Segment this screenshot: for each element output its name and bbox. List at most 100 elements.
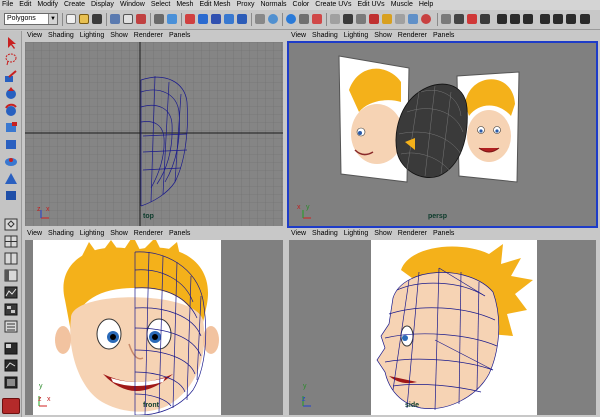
highlight-selection-icon[interactable] — [167, 14, 177, 24]
menu-mesh[interactable]: Mesh — [176, 0, 193, 10]
link-icon[interactable] — [408, 14, 418, 24]
panel-menu-renderer[interactable]: Renderer — [398, 229, 427, 239]
panel-menu-lighting[interactable]: Lighting — [344, 31, 369, 41]
render-settings-icon[interactable] — [312, 14, 322, 24]
menu-muscle[interactable]: Muscle — [391, 0, 413, 10]
panel-menu-view[interactable]: View — [291, 229, 306, 239]
menu-help[interactable]: Help — [419, 0, 433, 10]
panel-menu-lighting[interactable]: Lighting — [80, 31, 105, 41]
menu-edit[interactable]: Edit — [19, 0, 31, 10]
viewport-canvas[interactable]: side y z — [289, 240, 596, 415]
chevron-down-icon[interactable]: ▼ — [48, 14, 57, 24]
panel-menu-view[interactable]: View — [27, 31, 42, 41]
snap-surface-icon[interactable] — [237, 14, 247, 24]
layout-three-icon[interactable] — [3, 341, 19, 356]
menu-color[interactable]: Color — [293, 0, 310, 10]
soft-mod-icon[interactable] — [3, 154, 19, 169]
panel-menu-shading[interactable]: Shading — [312, 229, 338, 239]
layout-persp-graph-icon[interactable] — [3, 285, 19, 300]
menu-file[interactable]: File — [2, 0, 13, 10]
viewport-canvas[interactable]: persp x y — [289, 42, 596, 226]
layout-hypershade-icon[interactable] — [3, 302, 19, 317]
construction-icon[interactable] — [395, 14, 405, 24]
panel-menu-panels[interactable]: Panels — [169, 31, 190, 41]
scale-tool-icon[interactable] — [3, 120, 19, 135]
menu-modify[interactable]: Modify — [37, 0, 58, 10]
layout-graph-icon[interactable] — [3, 358, 19, 373]
menu-edit-uvs[interactable]: Edit UVs — [357, 0, 384, 10]
key-icon[interactable] — [382, 14, 392, 24]
panel-menu-shading[interactable]: Shading — [48, 229, 74, 239]
select-object-icon[interactable] — [123, 14, 133, 24]
layout-four-icon[interactable] — [3, 234, 19, 249]
last-tool-icon[interactable] — [3, 188, 19, 203]
render-view-icon[interactable] — [467, 14, 477, 24]
panel-menu-shading[interactable]: Shading — [48, 31, 74, 41]
menu-select[interactable]: Select — [151, 0, 170, 10]
snap-point-icon[interactable] — [211, 14, 221, 24]
save-scene-icon[interactable] — [92, 14, 102, 24]
panel-menu-panels[interactable]: Panels — [433, 31, 454, 41]
attribute-editor-icon[interactable] — [454, 14, 464, 24]
menu-normals[interactable]: Normals — [260, 0, 286, 10]
rotate-tool-icon[interactable] — [3, 103, 19, 118]
select-tool-icon[interactable] — [3, 35, 19, 50]
panel-menu-lighting[interactable]: Lighting — [344, 229, 369, 239]
viewport-canvas[interactable]: front y z x — [25, 240, 283, 415]
panel-menu-shading[interactable]: Shading — [312, 31, 338, 41]
lock-selection-icon[interactable] — [154, 14, 164, 24]
panel-menu-lighting[interactable]: Lighting — [80, 229, 105, 239]
panel-menu-show[interactable]: Show — [110, 31, 128, 41]
select-by-name-icon[interactable] — [330, 14, 340, 24]
render-icon[interactable] — [286, 14, 296, 24]
panel-menu-show[interactable]: Show — [374, 31, 392, 41]
history-icon[interactable] — [268, 14, 278, 24]
new-scene-icon[interactable] — [66, 14, 76, 24]
channel-box-icon[interactable] — [497, 14, 507, 24]
panel-menu-show[interactable]: Show — [374, 229, 392, 239]
show-manipulator-icon[interactable] — [3, 171, 19, 186]
menu-create-uvs[interactable]: Create UVs — [315, 0, 351, 10]
menu-proxy[interactable]: Proxy — [237, 0, 255, 10]
layer-editor-icon[interactable] — [523, 14, 533, 24]
graph-editor-icon[interactable] — [553, 14, 563, 24]
magnet-icon[interactable] — [369, 14, 379, 24]
open-scene-icon[interactable] — [79, 14, 89, 24]
panel-menu-show[interactable]: Show — [110, 229, 128, 239]
panel-menu-view[interactable]: View — [291, 31, 306, 41]
panel-menu-renderer[interactable]: Renderer — [134, 229, 163, 239]
select-component-icon[interactable] — [136, 14, 146, 24]
manipulator-icon[interactable] — [3, 137, 19, 152]
layout-persp-outliner-icon[interactable] — [3, 268, 19, 283]
snap-view-plane-icon[interactable] — [224, 14, 234, 24]
menu-edit-mesh[interactable]: Edit Mesh — [199, 0, 230, 10]
viewport-canvas[interactable]: top z x — [25, 42, 283, 226]
menu-display[interactable]: Display — [91, 0, 114, 10]
tool-settings-icon[interactable] — [510, 14, 520, 24]
menu-window[interactable]: Window — [120, 0, 145, 10]
ipr-render-icon[interactable] — [299, 14, 309, 24]
outliner-toggle-icon[interactable] — [441, 14, 451, 24]
hypershade-icon[interactable] — [480, 14, 490, 24]
panel-menu-view[interactable]: View — [27, 229, 42, 239]
layout-render-icon[interactable] — [3, 375, 19, 390]
stop-icon[interactable] — [421, 14, 431, 24]
panel-menu-panels[interactable]: Panels — [433, 229, 454, 239]
panel-menu-renderer[interactable]: Renderer — [398, 31, 427, 41]
timeline-icon[interactable] — [566, 14, 576, 24]
layout-two-icon[interactable] — [3, 251, 19, 266]
menu-create[interactable]: Create — [64, 0, 85, 10]
layout-single-icon[interactable] — [3, 217, 19, 232]
select-hierarchy-icon[interactable] — [110, 14, 120, 24]
paint-select-icon[interactable] — [3, 69, 19, 84]
input-output-icon[interactable] — [255, 14, 265, 24]
outliner-icon[interactable] — [3, 319, 19, 334]
panel-menu-panels[interactable]: Panels — [169, 229, 190, 239]
lasso-tool-icon[interactable] — [3, 52, 19, 67]
rename-icon[interactable] — [343, 14, 353, 24]
move-tool-icon[interactable] — [3, 86, 19, 101]
camera-icon[interactable] — [356, 14, 366, 24]
clapboard-icon[interactable] — [540, 14, 550, 24]
panel-menu-renderer[interactable]: Renderer — [134, 31, 163, 41]
snap-curve-icon[interactable] — [198, 14, 208, 24]
